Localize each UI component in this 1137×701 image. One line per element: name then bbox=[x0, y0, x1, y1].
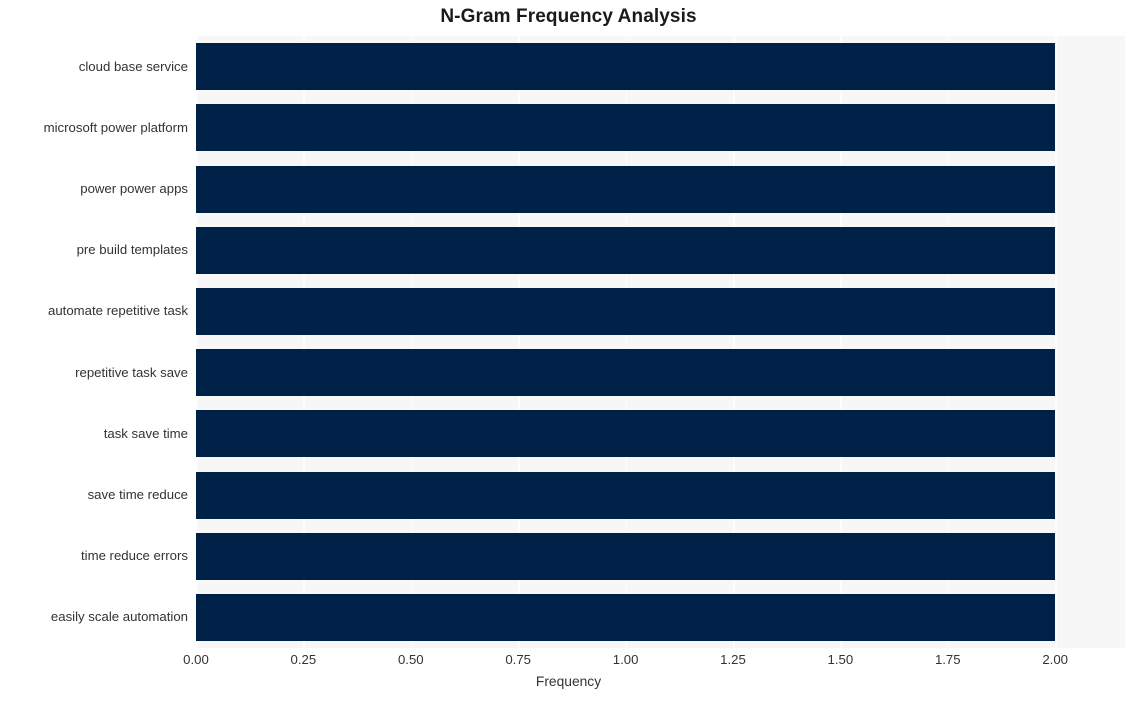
x-axis-tick-label: 1.50 bbox=[827, 652, 854, 667]
y-axis-tick-label: power power apps bbox=[80, 181, 188, 196]
x-axis-tick-label: 0.75 bbox=[505, 652, 532, 667]
bar bbox=[196, 104, 1056, 152]
x-axis-tick-labels: 0.00 0.25 0.50 0.75 1.00 1.25 1.50 1.75 2.00 bbox=[0, 652, 1137, 672]
y-axis-tick-labels: cloud base service microsoft power platfo… bbox=[0, 36, 188, 648]
y-axis-tick-label: pre build templates bbox=[76, 242, 188, 258]
chart-figure: N-Gram Frequency Analysis cloud base ser… bbox=[0, 0, 1137, 701]
y-axis-tick-label: automate repetitive task bbox=[47, 303, 188, 319]
bar bbox=[196, 532, 1056, 580]
plot-area bbox=[196, 36, 1125, 648]
bar bbox=[196, 287, 1056, 335]
y-axis-tick-label: repetitive task save bbox=[75, 364, 188, 380]
y-axis-tick-label: easily scale automation bbox=[50, 609, 188, 625]
x-axis-title: Frequency bbox=[535, 674, 602, 689]
bar bbox=[196, 43, 1056, 91]
gridline-x bbox=[1055, 36, 1057, 648]
bar bbox=[196, 471, 1056, 519]
bar bbox=[196, 165, 1056, 213]
x-axis-tick-label: 2.00 bbox=[1042, 652, 1069, 667]
bar bbox=[196, 593, 1056, 641]
y-axis-tick-label: save time reduce bbox=[87, 487, 188, 502]
x-axis-tick-label: 0.00 bbox=[183, 652, 209, 667]
x-axis-tick-label: 1.75 bbox=[934, 652, 961, 667]
x-axis-tick-label: 0.25 bbox=[290, 652, 317, 667]
x-axis-tick-label: 0.50 bbox=[397, 652, 424, 667]
y-axis-tick-label: time reduce errors bbox=[80, 548, 188, 564]
x-axis-tick-label: 1.00 bbox=[612, 652, 639, 667]
bar bbox=[196, 226, 1056, 274]
y-axis-tick-label: microsoft power platform bbox=[43, 119, 188, 135]
bar bbox=[196, 349, 1056, 397]
y-axis-tick-label: task save time bbox=[103, 425, 188, 441]
y-axis-tick-label: cloud base service bbox=[78, 58, 188, 74]
bar bbox=[196, 410, 1056, 458]
x-axis-tick-label: 1.25 bbox=[720, 652, 746, 667]
page-title: N-Gram Frequency Analysis bbox=[440, 6, 697, 27]
